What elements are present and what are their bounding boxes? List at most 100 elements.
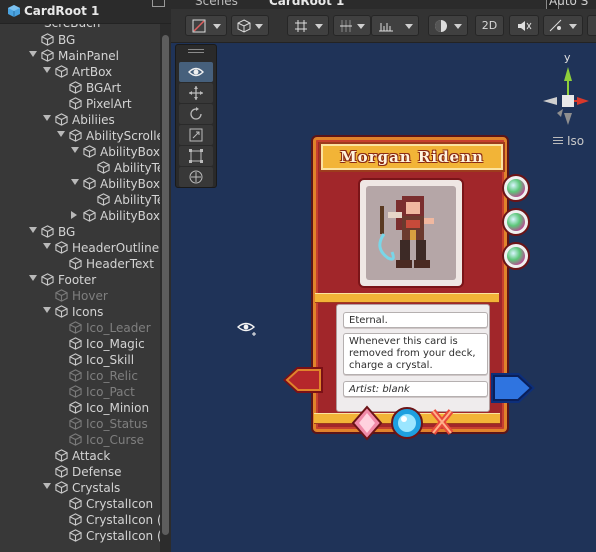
lighting-dropdown[interactable] [428,15,468,36]
previous-arrow-icon[interactable] [281,365,325,395]
crystal-orb-icon [507,213,525,231]
next-arrow-icon[interactable] [489,371,537,405]
collapse-arrow-icon[interactable] [43,243,51,249]
effects-dropdown[interactable] [543,15,583,36]
ruler-dropdown[interactable] [371,15,419,36]
hierarchy-row[interactable]: AbilityBox (2) [0,208,160,224]
hierarchy-menu-icon[interactable] [152,0,165,7]
hierarchy-row[interactable]: ArtBox [0,64,160,80]
collapse-arrow-icon[interactable] [71,179,79,185]
scene-view[interactable]: y Iso Morgan Ridenn Eternal. Whenever th… [171,43,596,552]
audio-toggle[interactable] [509,15,539,36]
hierarchy-row-label: Abiliies [72,113,115,127]
hierarchy-row[interactable]: Defense [0,464,160,480]
hierarchy-row[interactable]: Icons [0,304,160,320]
hierarchy-row[interactable]: Ico_Skill [0,352,160,368]
hierarchy-row[interactable]: Abiliies [0,112,160,128]
hierarchy-row[interactable]: Ico_Minion [0,400,160,416]
gameobject-cube-icon [83,145,96,158]
axis-gizmo-icon [543,67,589,125]
collapse-arrow-icon[interactable] [29,227,37,233]
hierarchy-row[interactable]: CrystalIcon (2) [0,528,160,544]
view-tool[interactable] [179,62,213,82]
card[interactable]: Morgan Ridenn Eternal. Whenever this car… [313,137,530,432]
hierarchy-row[interactable]: BGArt [0,80,160,96]
scene-root-icon [8,5,20,17]
2d-mode-button[interactable]: 2D [475,15,504,36]
gameobject-cube-icon [69,353,82,366]
hierarchy-row[interactable]: AbilityTex [0,192,160,208]
hierarchy-row[interactable]: Ico_Magic [0,336,160,352]
snap-increment-dropdown[interactable] [333,15,371,36]
transform-tool[interactable] [179,167,213,187]
hierarchy-row[interactable]: Ico_Pact [0,384,160,400]
rotate-icon [190,107,202,120]
hierarchy-row-label: Ico_Curse [86,433,145,447]
collapse-arrow-icon[interactable] [57,131,65,137]
hierarchy-scrollbar[interactable] [160,23,171,552]
hierarchy-row[interactable]: Ico_Status [0,416,160,432]
character-portrait [366,186,456,280]
collapse-arrow-icon[interactable] [43,115,51,121]
move-tool[interactable] [179,83,213,103]
gameobject-cube-icon [97,161,110,174]
hierarchy-row[interactable]: BG [0,32,160,48]
hierarchy-row[interactable]: Ico_Relic [0,368,160,384]
rotate-tool[interactable] [179,104,213,124]
collapse-arrow-icon[interactable] [43,307,51,313]
collapse-arrow-icon[interactable] [43,67,51,73]
hierarchy-row-label: HeaderText [86,257,154,271]
hierarchy-row[interactable]: HeaderOutline [0,240,160,256]
collapse-arrow-icon[interactable] [29,275,37,281]
gameobject-cube-icon [41,225,54,238]
hierarchy-row[interactable]: AbilityScroller [0,128,160,144]
card-name: Morgan Ridenn [340,148,484,166]
expand-arrow-icon[interactable] [71,211,77,219]
collapse-arrow-icon[interactable] [71,147,79,153]
projection-label[interactable]: Iso [567,134,584,148]
gameobject-cube-icon [69,529,82,542]
rect-tool[interactable] [179,146,213,166]
hierarchy-row[interactable]: Ico_Curse [0,432,160,448]
shading-dropdown[interactable] [231,15,269,36]
gameobject-cube-icon [83,209,96,222]
scene-breadcrumb[interactable]: CardRoot 1 [269,0,344,8]
hierarchy-row[interactable]: HeaderText [0,256,160,272]
hierarchy-row[interactable]: CrystalIcon [0,496,160,512]
orientation-gizmo[interactable]: y [537,51,595,141]
hierarchy-row[interactable]: AbilityBox [0,144,160,160]
scene-visibility-toggle[interactable] [587,15,596,36]
tool-palette-grip[interactable] [188,49,204,50]
scale-tool[interactable] [179,125,213,145]
hierarchy-row-label: BGArt [86,81,122,95]
hierarchy-row[interactable]: AbilityTex [0,160,160,176]
card-effect-text: Whenever this card is removed from your … [343,333,488,375]
hierarchy-row-label: ArtBox [72,65,113,79]
collapse-arrow-icon[interactable] [29,51,37,57]
gameobject-cube-icon [69,417,82,430]
hierarchy-row[interactable]: PixelArt [0,96,160,112]
hierarchy-row[interactable]: Hover [0,288,160,304]
eye-icon [188,67,204,77]
hierarchy-row[interactable]: AbilityBox (1) [0,176,160,192]
hierarchy-row[interactable]: Ico_Leader [0,320,160,336]
gameobject-cube-icon [41,49,54,62]
crystal-slot-1 [502,174,530,202]
crystal-slot-2 [502,208,530,236]
grid-snapping-dropdown[interactable] [287,15,329,36]
hierarchy-row[interactable]: Footer [0,272,160,288]
hierarchy-row-clipped[interactable]: ScreBuch [0,23,160,31]
hierarchy-row[interactable]: Crystals [0,480,160,496]
hierarchy-row[interactable]: BG [0,224,160,240]
hierarchy-row[interactable]: MainPanel [0,48,160,64]
collapse-arrow-icon[interactable] [43,483,51,489]
draw-mode-dropdown[interactable] [185,15,227,36]
draw-mode-icon [192,19,206,33]
hierarchy-row-label: ScreBuch [44,23,101,30]
hierarchy-row[interactable]: CrystalIcon (1) [0,512,160,528]
scene-tab[interactable]: Scenes [195,0,238,8]
hierarchy-scroll-thumb[interactable] [162,35,169,535]
hierarchy-row-label: Footer [58,273,97,287]
hierarchy-root-title[interactable]: CardRoot 1 [24,4,99,18]
hierarchy-row[interactable]: Attack [0,448,160,464]
